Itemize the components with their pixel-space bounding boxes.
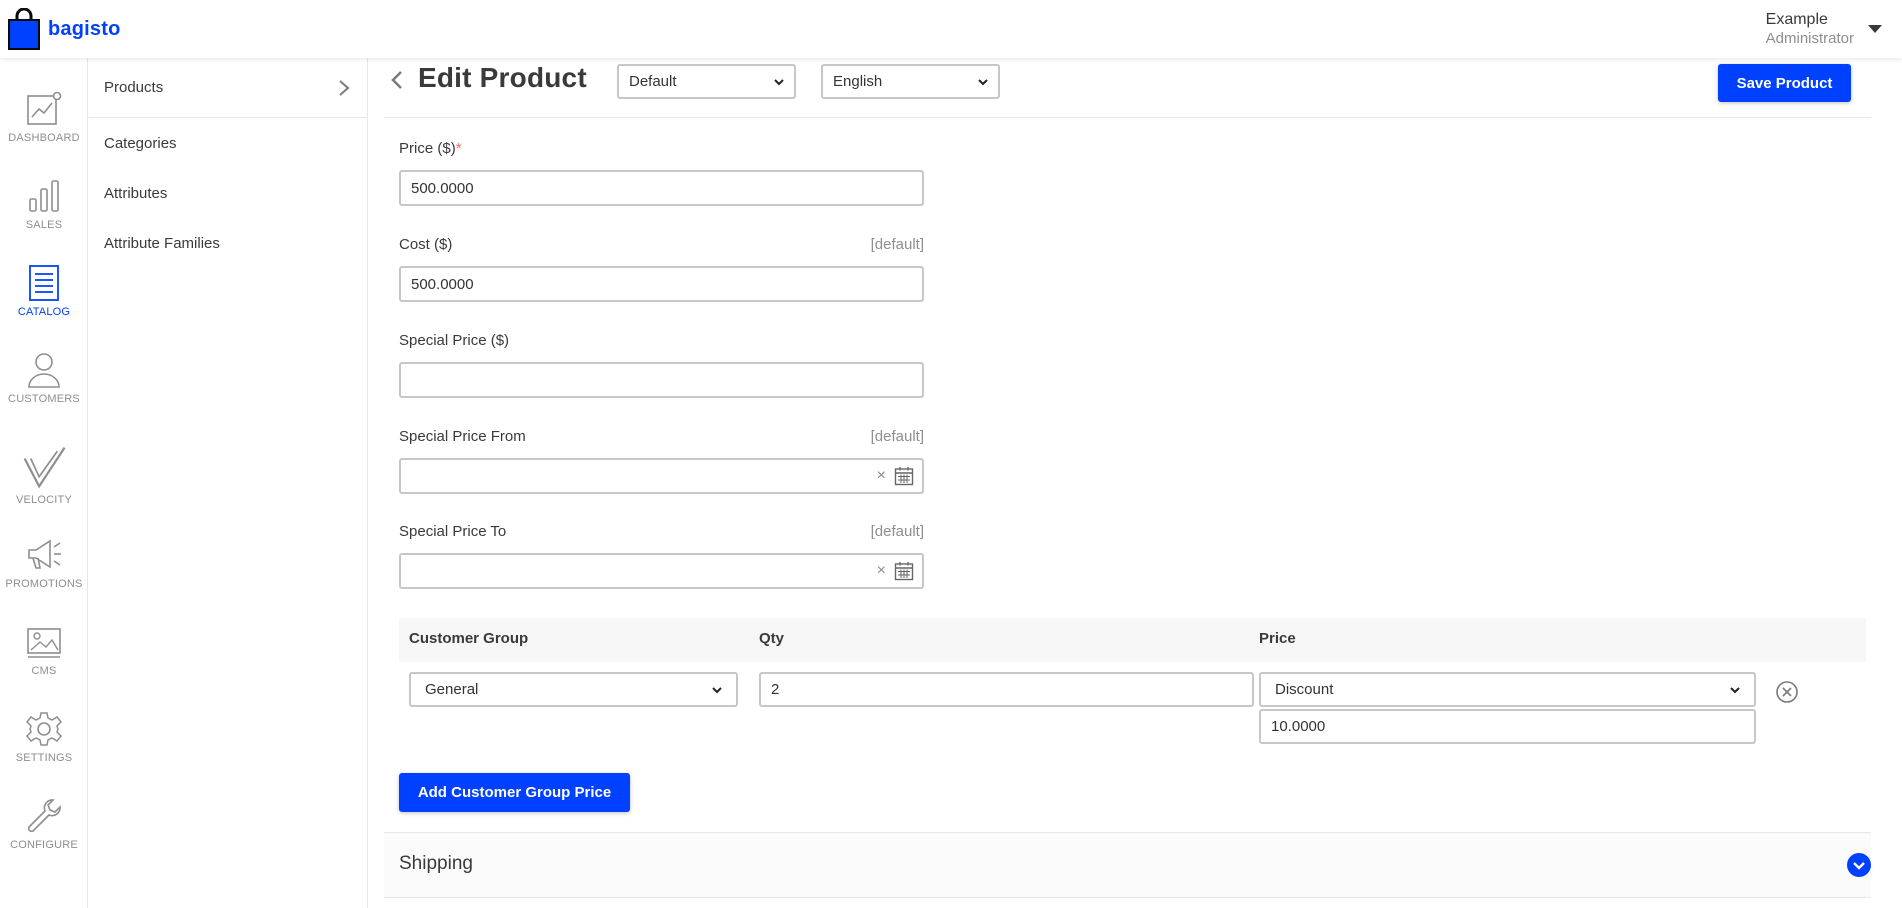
gear-icon xyxy=(25,712,63,746)
price-label: Price ($)* xyxy=(399,140,462,157)
cost-field: Cost ($) [default] 500.0000 xyxy=(399,236,924,302)
price-field: Price ($)* 500.0000 xyxy=(399,140,924,206)
rail-item-customers[interactable]: CUSTOMERS xyxy=(0,351,88,431)
subnav-item-products[interactable]: Products xyxy=(89,58,367,118)
subnav-item-attributes[interactable]: Attributes xyxy=(89,168,367,218)
brand-name: bagisto xyxy=(48,17,121,40)
special-price-to-label: Special Price To [default] xyxy=(399,523,924,540)
special-price-input[interactable] xyxy=(399,362,924,398)
rail-item-promotions[interactable]: PROMOTIONS xyxy=(0,536,88,616)
scope-badge: [default] xyxy=(870,236,924,253)
user-name: Example xyxy=(1765,11,1828,28)
special-price-to-input[interactable]: × xyxy=(399,553,924,589)
rail-item-configure[interactable]: CONFIGURE xyxy=(0,797,88,877)
required-mark: * xyxy=(455,140,462,157)
locale-select[interactable]: English xyxy=(821,64,1000,99)
channel-select[interactable]: Default xyxy=(617,64,796,99)
customer-group-select[interactable]: General xyxy=(409,672,738,707)
price-input[interactable]: 500.0000 xyxy=(399,170,924,206)
rail-label: SALES xyxy=(25,219,63,231)
shipping-accordion[interactable]: Shipping xyxy=(384,832,1871,898)
rail-item-dashboard[interactable]: DASHBOARD xyxy=(0,90,88,170)
chevron-right-icon xyxy=(339,80,350,96)
rail-item-sales[interactable]: SALES xyxy=(0,177,88,257)
main-content: Edit Product Default English Save Produc… xyxy=(384,58,1902,908)
wrench-icon xyxy=(27,799,61,833)
rail-label: SETTINGS xyxy=(15,752,73,764)
subnav-item-label: Attribute Families xyxy=(104,234,220,252)
column-header-price: Price xyxy=(1259,630,1296,647)
rail-item-cms[interactable]: CMS xyxy=(0,623,88,703)
channel-select-value: Default xyxy=(629,73,677,90)
calendar-icon[interactable] xyxy=(894,466,914,486)
subnav-item-label: Categories xyxy=(104,134,177,152)
customer-group-price-table: Customer Group Qty Price General 2 Disco… xyxy=(399,618,1866,758)
rail-label: CMS xyxy=(31,665,57,677)
rail-item-catalog[interactable]: CATALOG xyxy=(0,264,88,344)
top-header: bagisto Example Administrator xyxy=(0,0,1902,58)
rail-label: CUSTOMERS xyxy=(8,393,80,405)
chevron-down-icon xyxy=(1730,686,1740,693)
velocity-icon xyxy=(23,447,66,489)
calendar-icon[interactable] xyxy=(894,561,914,581)
dashboard-icon xyxy=(27,91,62,125)
sales-icon xyxy=(29,180,59,212)
subnav-item-label: Attributes xyxy=(104,184,168,202)
subnav-item-attribute-families[interactable]: Attribute Families xyxy=(89,218,367,268)
rail-label: PROMOTIONS xyxy=(5,578,83,590)
subnav-item-label: Products xyxy=(104,79,164,96)
price-type-select[interactable]: Discount xyxy=(1259,672,1756,707)
rail-label: DASHBOARD xyxy=(8,132,80,144)
column-header-group: Customer Group xyxy=(409,630,529,647)
customers-icon xyxy=(28,353,60,388)
table-header: Customer Group Qty Price xyxy=(399,618,1866,662)
scope-badge: [default] xyxy=(870,523,924,540)
brand-logo[interactable]: bagisto xyxy=(8,8,121,50)
catalog-subnav: Products Categories Attributes Attribute… xyxy=(89,58,368,908)
page-header: Edit Product Default English Save Produc… xyxy=(384,58,1871,118)
back-arrow-icon[interactable] xyxy=(386,69,408,91)
qty-input[interactable]: 2 xyxy=(759,672,1254,707)
cms-icon xyxy=(27,628,61,658)
rail-label: VELOCITY xyxy=(15,494,72,506)
shopping-bag-icon xyxy=(8,8,40,50)
special-price-from-label: Special Price From [default] xyxy=(399,428,924,445)
special-price-field: Special Price ($) xyxy=(399,332,924,398)
rail-item-velocity[interactable]: VELOCITY xyxy=(0,444,88,524)
main-nav-rail: DASHBOARD SALES CATALOG CUSTOMERS VELOCI… xyxy=(0,58,88,908)
chevron-down-icon xyxy=(978,78,988,85)
clear-icon[interactable]: × xyxy=(877,466,886,486)
rail-label: CATALOG xyxy=(17,306,71,318)
chevron-down-icon xyxy=(712,686,722,693)
price-amount-input[interactable]: 10.0000 xyxy=(1259,709,1756,744)
special-price-from-field: Special Price From [default] × xyxy=(399,428,924,494)
special-price-label: Special Price ($) xyxy=(399,332,510,349)
add-customer-group-price-button[interactable]: Add Customer Group Price xyxy=(399,773,630,812)
caret-down-icon[interactable] xyxy=(1868,25,1882,33)
rail-label: CONFIGURE xyxy=(10,839,78,851)
special-price-from-input[interactable]: × xyxy=(399,458,924,494)
column-header-qty: Qty xyxy=(759,630,785,647)
expand-circle-icon[interactable] xyxy=(1847,853,1871,877)
special-price-to-field: Special Price To [default] × xyxy=(399,523,924,589)
page-title: Edit Product xyxy=(418,62,587,93)
table-row: General 2 Discount 10.0000 xyxy=(399,662,1866,758)
chevron-down-icon xyxy=(774,78,784,85)
accordion-title: Shipping xyxy=(399,853,473,874)
clear-icon[interactable]: × xyxy=(877,561,886,581)
catalog-icon xyxy=(29,265,59,301)
cost-input[interactable]: 500.0000 xyxy=(399,266,924,302)
save-product-button[interactable]: Save Product xyxy=(1718,64,1851,102)
megaphone-icon xyxy=(28,539,61,569)
rail-item-settings[interactable]: SETTINGS xyxy=(0,710,88,790)
locale-select-value: English xyxy=(833,73,883,90)
user-menu[interactable]: Example Administrator xyxy=(1766,10,1882,48)
scope-badge: [default] xyxy=(870,428,924,445)
remove-circle-icon[interactable] xyxy=(1775,680,1799,704)
user-role: Administrator xyxy=(1765,30,1854,47)
subnav-item-categories[interactable]: Categories xyxy=(89,118,367,168)
cost-label: Cost ($) [default] xyxy=(399,236,924,253)
